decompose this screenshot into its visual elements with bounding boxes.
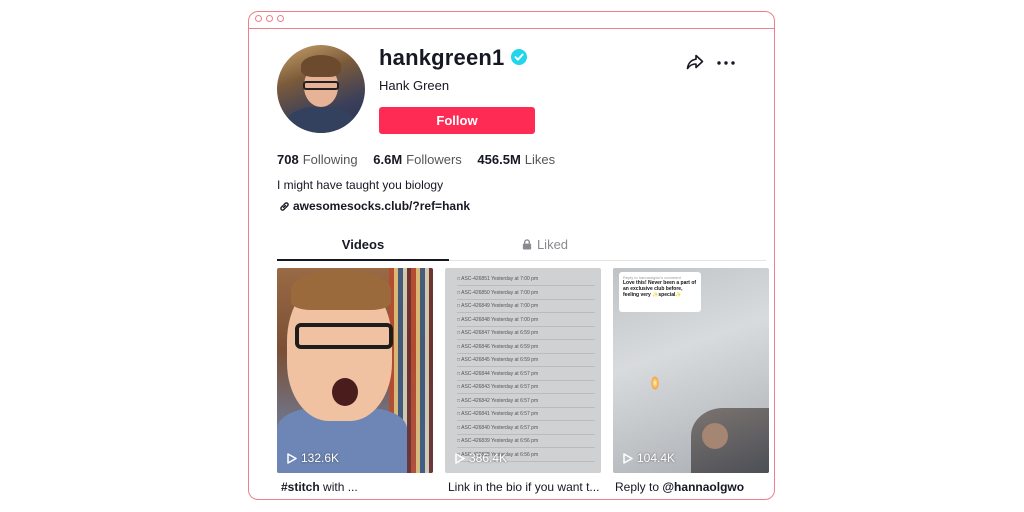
share-icon[interactable]: [686, 54, 704, 70]
profile-link[interactable]: awesomesocks.club/?ref=hank: [279, 199, 470, 213]
list-row-divider: [457, 325, 595, 327]
profile-stats: 708 Following 6.6M Followers 456.5M Likes: [277, 152, 567, 167]
list-item: □ ASC-426850 Yesterday at 7:00 pm: [457, 289, 539, 296]
window-dot-minimize[interactable]: [266, 15, 273, 22]
stat-following[interactable]: 708 Following: [277, 152, 358, 167]
stat-followers[interactable]: 6.6M Followers: [373, 152, 462, 167]
play-icon: [455, 452, 465, 464]
follow-button[interactable]: Follow: [379, 107, 535, 134]
avatar[interactable]: [277, 45, 365, 133]
stat-likes: 456.5M Likes: [477, 152, 556, 167]
video-caption-3[interactable]: Reply to @hannaolgwo: [615, 480, 771, 494]
play-icon: [287, 452, 297, 464]
tab-liked-label: Liked: [536, 237, 569, 252]
list-item: □ ASC-426844 Yesterday at 6:57 pm: [457, 370, 539, 377]
link-icon: [280, 201, 289, 211]
video-views-2: 386.4K: [455, 451, 507, 465]
list-item: □ ASC-426839 Yesterday at 6:56 pm: [457, 438, 539, 444]
list-row-divider: [457, 366, 595, 367]
list-row-divider: [457, 447, 595, 448]
list-row-divider: [457, 433, 595, 435]
more-options-icon[interactable]: [717, 61, 735, 65]
window-titlebar: [249, 12, 774, 29]
video-thumbnail-1[interactable]: 132.6K: [277, 268, 433, 473]
list-row-divider: [457, 352, 595, 354]
video-caption-1[interactable]: #stitch with ...: [281, 480, 437, 494]
list-row-divider: [457, 285, 595, 286]
list-row-divider: [457, 406, 595, 408]
window-dot-maximize[interactable]: [277, 15, 284, 22]
video-views-1: 132.6K: [287, 451, 339, 465]
browser-window: hankgreen1 Hank Green Follow 708 Followin…: [248, 11, 775, 500]
list-item: □ ASC-426841 Yesterday at 6:57 pm: [457, 411, 539, 417]
list-row-divider: [457, 339, 595, 340]
video-caption-2[interactable]: Link in the bio if you want t...: [448, 480, 604, 494]
tab-divider: [449, 260, 766, 261]
list-item: □ ASC-426845 Yesterday at 6:59 pm: [457, 357, 539, 363]
list-row-divider: [457, 312, 595, 313]
list-item: □ ASC-426846 Yesterday at 6:59 pm: [457, 343, 539, 350]
list-item: □ ASC-426851 Yesterday at 7:00 pm: [457, 276, 539, 282]
list-row-divider: [457, 393, 595, 394]
window-dot-close[interactable]: [255, 15, 262, 22]
tab-liked[interactable]: Liked: [449, 237, 641, 252]
list-item: □ ASC-426840 Yesterday at 6:57 pm: [457, 424, 539, 431]
comment-card: Reply to hannaolgwo's comment Love this!…: [619, 272, 701, 312]
profile-bio: I might have taught you biology: [277, 178, 444, 192]
video-views-3: 104.4K: [623, 451, 675, 465]
profile-link-text: awesomesocks.club/?ref=hank: [293, 199, 471, 213]
list-item: □ ASC-426842 Yesterday at 6:57 pm: [457, 397, 539, 404]
verified-badge-icon: [511, 49, 527, 65]
profile-username: hankgreen1: [379, 45, 505, 70]
list-row-divider: [457, 420, 595, 421]
profile-display-name: Hank Green: [379, 78, 450, 93]
list-item: □ ASC-426847 Yesterday at 6:59 pm: [457, 330, 539, 336]
video-thumbnail-2[interactable]: □ ASC-426851 Yesterday at 7:00 pm □ ASC-4…: [445, 268, 601, 473]
list-row-divider: [457, 298, 595, 300]
video-thumbnail-3[interactable]: Reply to hannaolgwo's comment Love this!…: [613, 268, 769, 473]
play-icon: [623, 452, 633, 464]
tab-videos[interactable]: Videos: [277, 237, 449, 252]
list-item: □ ASC-426843 Yesterday at 6:57 pm: [457, 384, 539, 390]
list-item: □ ASC-426848 Yesterday at 7:00 pm: [457, 316, 539, 323]
list-item: □ ASC-426849 Yesterday at 7:00 pm: [457, 303, 539, 309]
tab-active-indicator: [277, 259, 449, 261]
lock-icon: [522, 239, 532, 250]
list-row-divider: [457, 379, 595, 381]
